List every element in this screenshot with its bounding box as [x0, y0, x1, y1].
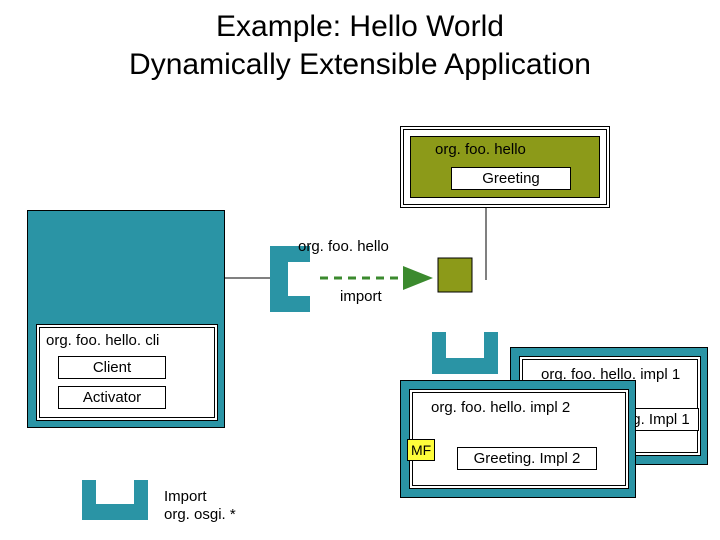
left-bundle-package: org. foo. hello. cli	[46, 332, 159, 349]
page-title: Example: Hello World Dynamically Extensi…	[0, 0, 720, 83]
left-bundle-client: Client	[58, 356, 166, 379]
right-front-class: Greeting. Impl 2	[457, 447, 597, 470]
top-bundle-package: org. foo. hello	[435, 141, 526, 158]
bottom-import-line1: Import	[164, 488, 207, 505]
top-bundle-box: org. foo. hello Greeting	[400, 126, 610, 208]
title-line-1: Example: Hello World	[216, 10, 504, 43]
import-package-label: org. foo. hello	[298, 238, 389, 255]
mf-badge: MF	[407, 439, 435, 461]
top-bundle-class: Greeting	[451, 167, 571, 190]
right-front-inner: org. foo. hello. impl 2 Greeting. Impl 2	[409, 389, 629, 489]
left-bundle-inner: org. foo. hello. cli Client Activator	[36, 324, 218, 421]
left-bundle-outer: org. foo. hello. cli Client Activator	[27, 210, 225, 428]
right-front-bundle: org. foo. hello. impl 2 Greeting. Impl 2…	[400, 380, 636, 498]
right-front-package: org. foo. hello. impl 2	[431, 399, 570, 416]
top-bundle-fill: org. foo. hello Greeting	[410, 136, 600, 198]
import-label: import	[340, 288, 382, 305]
bottom-import-line2: org. osgi. *	[164, 506, 236, 523]
title-line-2: Dynamically Extensible Application	[129, 48, 591, 81]
left-bundle-activator: Activator	[58, 386, 166, 409]
bottom-import-text: Import org. osgi. *	[164, 488, 236, 524]
